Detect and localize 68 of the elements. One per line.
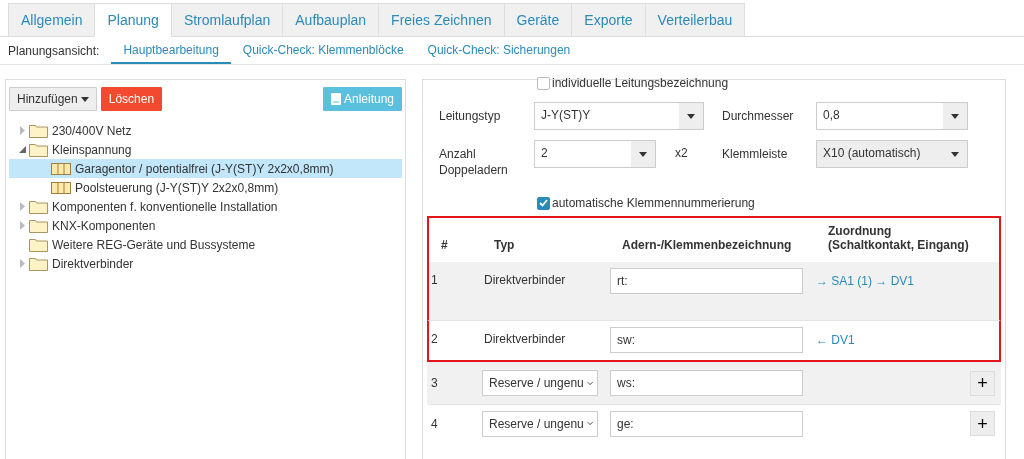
- select-field[interactable]: 0,8: [816, 102, 968, 130]
- column-header: Typ: [493, 238, 516, 254]
- tree-item[interactable]: Garagentor / potentialfrei (J-Y(ST)Y 2x2x0,8mm): [9, 159, 402, 178]
- dropdown-caret-icon: [951, 151, 959, 157]
- label-input[interactable]: sw:: [610, 327, 803, 353]
- terminal-block-icon: [51, 181, 71, 194]
- cell-text: Direktverbinder: [483, 273, 566, 287]
- chevron-down-icon: [586, 420, 593, 427]
- row-number: 2: [430, 331, 439, 346]
- dropdown-caret-icon: [639, 151, 647, 157]
- view-link[interactable]: Quick-Check: Klemmenblöcke: [230, 37, 416, 64]
- view-label: Planungsansicht:: [8, 43, 100, 58]
- field-label: Klemmleiste: [722, 146, 789, 162]
- cell-text: Direktverbinder: [483, 332, 566, 346]
- checkbox[interactable]: [537, 76, 550, 90]
- tree-item[interactable]: Weitere REG-Geräte und Bussysteme: [9, 235, 402, 254]
- field-label: Anzahl Doppeladern: [439, 146, 509, 178]
- collapse-triangle-icon[interactable]: [18, 146, 26, 153]
- add-button[interactable]: +: [970, 411, 995, 436]
- folder-icon: [29, 123, 48, 138]
- field-label: Leitungstyp: [439, 108, 502, 124]
- tree-item[interactable]: Direktverbinder: [9, 254, 402, 273]
- type-select[interactable]: Reserve / ungenu: [482, 370, 598, 396]
- delete-button[interactable]: Löschen: [100, 87, 163, 111]
- column-header: Adern-/Klemmenbezeichnung: [621, 238, 793, 254]
- caret-icon: [80, 96, 89, 102]
- field-label: Durchmesser: [722, 108, 795, 124]
- view-link[interactable]: Quick-Check: Sicherungen: [415, 37, 583, 64]
- tree-item[interactable]: Poolsteuerung (J-Y(ST)Y 2x2x0,8mm): [9, 178, 402, 197]
- expand-triangle-icon[interactable]: [19, 259, 25, 268]
- book-icon: [330, 93, 341, 105]
- assignment-link[interactable]: ← DV1: [816, 327, 916, 349]
- label-input[interactable]: ws:: [610, 370, 803, 396]
- multiplier-text: x2: [674, 145, 688, 160]
- tree-item[interactable]: Kleinspannung: [9, 140, 402, 159]
- expand-triangle-icon[interactable]: [19, 202, 25, 211]
- folder-icon: [29, 142, 48, 157]
- row-number: 1: [430, 272, 439, 287]
- view-link[interactable]: Hauptbearbeitung: [111, 37, 231, 64]
- folder-icon: [29, 218, 48, 233]
- checkbox[interactable]: [537, 196, 550, 210]
- tree-item[interactable]: Komponenten f. konventionelle Installation: [9, 197, 402, 216]
- tree-item[interactable]: 230/400V Netz: [9, 121, 402, 140]
- column-header: Zuordnung (Schaltkontakt, Eingang): [827, 224, 970, 254]
- add-dropdown-button[interactable]: Hinzufügen: [9, 87, 97, 111]
- tree-item[interactable]: KNX-Komponenten: [9, 216, 402, 235]
- dropdown-caret-icon: [687, 113, 695, 119]
- folder-icon: [29, 199, 48, 214]
- checkbox-label: automatische Klemmennummerierung: [552, 196, 755, 210]
- type-select[interactable]: Reserve / ungenu: [482, 410, 598, 437]
- select-field[interactable]: J-Y(ST)Y: [534, 102, 704, 130]
- expand-triangle-icon[interactable]: [19, 126, 25, 135]
- tab[interactable]: Planung: [94, 3, 172, 37]
- add-button[interactable]: +: [970, 370, 995, 396]
- row-number: 4: [430, 416, 439, 431]
- label-input[interactable]: rt:: [610, 268, 803, 294]
- terminal-block-icon: [51, 162, 71, 175]
- folder-icon: [29, 256, 48, 271]
- chevron-down-icon: [586, 379, 593, 387]
- label-input[interactable]: ge:: [610, 410, 803, 437]
- row-number: 3: [430, 376, 439, 390]
- column-header: #: [440, 238, 449, 254]
- folder-icon: [29, 237, 48, 252]
- expand-triangle-icon[interactable]: [19, 221, 25, 230]
- assignment-link[interactable]: → SA1 (1) → DV1: [816, 268, 916, 290]
- select-field[interactable]: 2: [534, 140, 656, 168]
- checkbox-label: individuelle Leitungsbezeichnung: [552, 76, 729, 90]
- dropdown-caret-icon: [951, 113, 959, 119]
